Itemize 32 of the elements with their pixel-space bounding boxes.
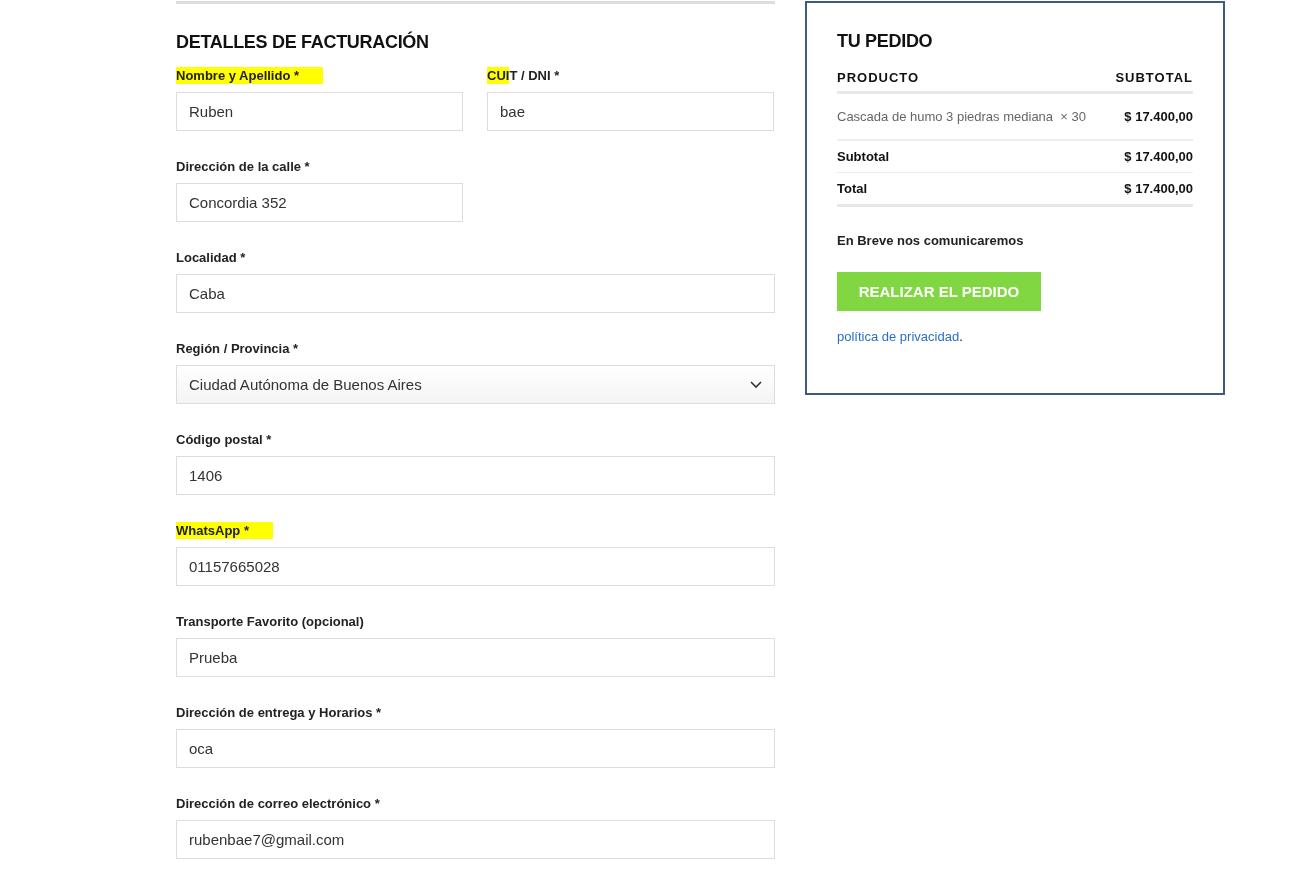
input-field[interactable]: 01157665028 xyxy=(176,547,775,586)
field-label: Localidad * xyxy=(176,249,246,266)
chevron-down-icon xyxy=(750,380,762,389)
field-label: Región / Provincia * xyxy=(176,340,299,357)
input-field[interactable]: Concordia 352 xyxy=(176,183,463,222)
field-label: Dirección de entrega y Horarios * xyxy=(176,704,382,721)
input-field[interactable]: oca xyxy=(176,729,775,768)
order-title: TU PEDIDO xyxy=(837,31,934,52)
field-label: WhatsApp * xyxy=(176,522,273,539)
product-name: Cascada de humo 3 piedras mediana × 30 xyxy=(837,109,1086,124)
input-field[interactable]: Prueba xyxy=(176,638,775,677)
total-value: $ 17.400,00 xyxy=(1124,181,1193,196)
field-label: Transporte Favorito (opcional) xyxy=(176,613,364,630)
total-label: Total xyxy=(837,181,868,196)
section-title: DETALLES DE FACTURACIÓN xyxy=(176,32,430,53)
input-field[interactable]: Ruben xyxy=(176,92,463,131)
field-label: Dirección de correo electrónico * xyxy=(176,795,380,812)
input-field[interactable]: bae xyxy=(487,92,774,131)
total-label: Subtotal xyxy=(837,149,889,164)
province-dropdown[interactable]: Ciudad Autónoma de Buenos Aires xyxy=(176,365,775,404)
column-header: SUBTOTAL xyxy=(1115,70,1193,85)
line-total: $ 17.400,00 xyxy=(1124,109,1193,124)
total-value: $ 17.400,00 xyxy=(1124,149,1193,164)
field-label: Dirección de la calle * xyxy=(176,158,310,175)
link-period: . xyxy=(959,329,963,344)
order-note: En Breve nos comunicaremos xyxy=(837,233,1025,248)
input-field[interactable]: 1406 xyxy=(176,456,775,495)
column-header: PRODUCTO xyxy=(837,70,920,85)
input-field[interactable]: Caba xyxy=(176,274,775,313)
field-label: Código postal * xyxy=(176,431,272,448)
input-field[interactable]: rubenbae7@gmail.com xyxy=(176,820,775,859)
field-label: Nombre y Apellido * xyxy=(176,67,324,84)
